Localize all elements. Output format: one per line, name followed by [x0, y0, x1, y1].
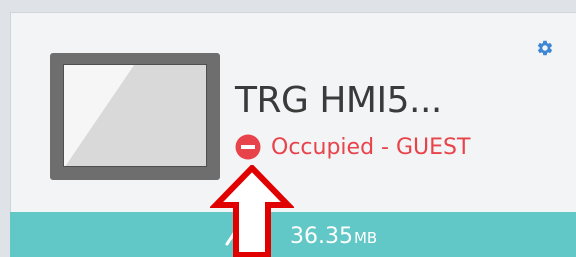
size-value: 36.35 [290, 224, 353, 249]
device-name[interactable]: TRG HMI5... [235, 80, 442, 121]
monitor-screen [63, 64, 207, 167]
size-unit: MB [353, 229, 378, 247]
status-text: Occupied - GUEST [271, 134, 471, 160]
transfer-size: 36.35 MB [290, 224, 377, 249]
settings-button[interactable] [536, 39, 554, 57]
no-entry-icon [235, 134, 261, 160]
status-row: Occupied - GUEST [235, 132, 470, 162]
monitor-icon [50, 53, 220, 180]
red-up-arrow [210, 165, 294, 257]
screen-glare [64, 65, 206, 166]
gear-icon [537, 40, 553, 56]
